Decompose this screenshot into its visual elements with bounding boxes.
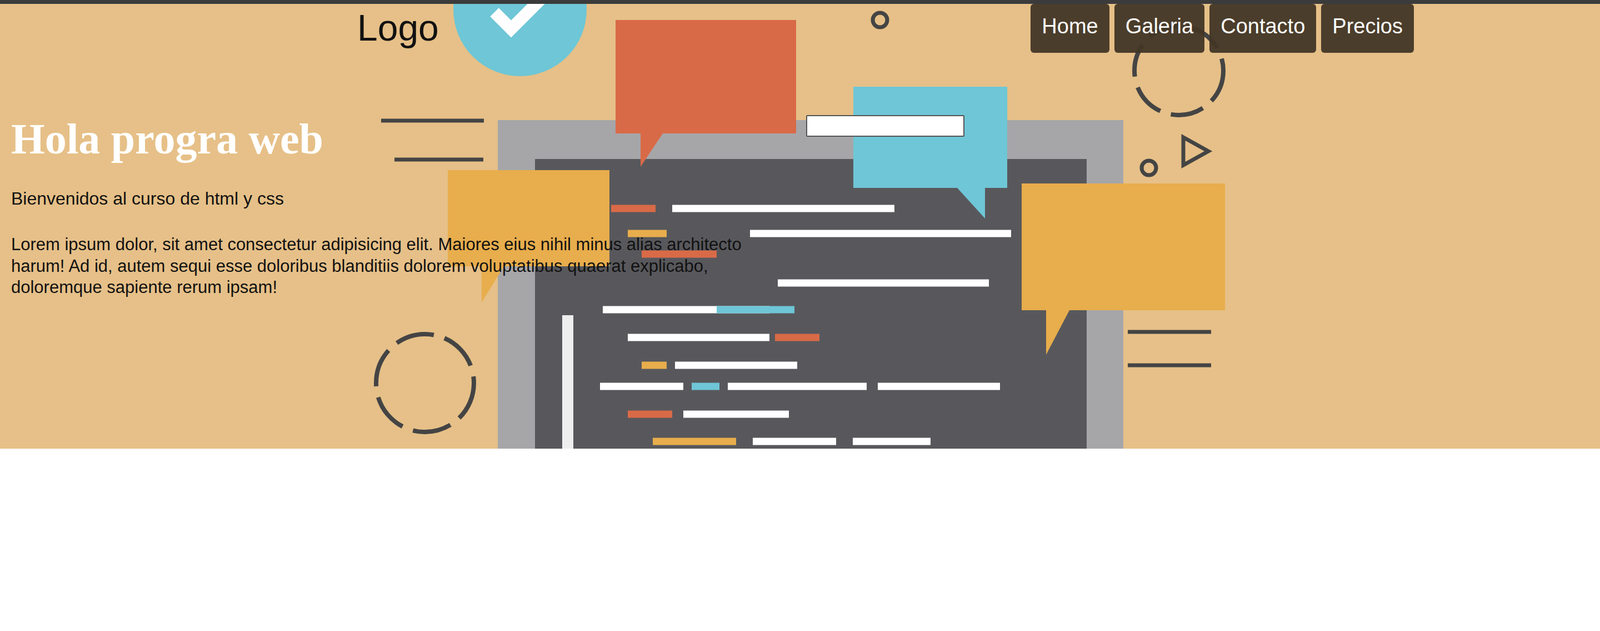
logo[interactable]: Logo	[357, 3, 439, 47]
header-bar: Logo HomeGaleriaContactoPrecios	[0, 3, 1600, 57]
nav-button[interactable]: Contacto	[1209, 3, 1317, 53]
hero-columns: Hola progra web Bienvenidos al curso de h…	[0, 115, 1600, 299]
hero-subtitle: Bienvenidos al curso de html y css	[11, 185, 795, 212]
hero-content: Logo HomeGaleriaContactoPrecios Hola progr…	[0, 3, 1600, 299]
hero-text: Hola progra web Bienvenidos al curso de h…	[0, 115, 795, 299]
hero-illustration-icon	[0, 3, 1600, 449]
hero-paragraph: Lorem ipsum dolor, sit amet consectetur …	[11, 233, 784, 299]
nav-menu: HomeGaleriaContactoPrecios	[1030, 3, 1414, 53]
search-input[interactable]	[806, 115, 965, 137]
hero-title: Hola progra web	[11, 115, 795, 163]
nav-button[interactable]: Home	[1030, 3, 1109, 53]
nav-button[interactable]: Galeria	[1114, 3, 1205, 53]
nav-button[interactable]: Precios	[1321, 3, 1414, 53]
top-line	[0, 0, 1600, 4]
hero-section: Logo HomeGaleriaContactoPrecios Hola progr…	[0, 3, 1600, 449]
